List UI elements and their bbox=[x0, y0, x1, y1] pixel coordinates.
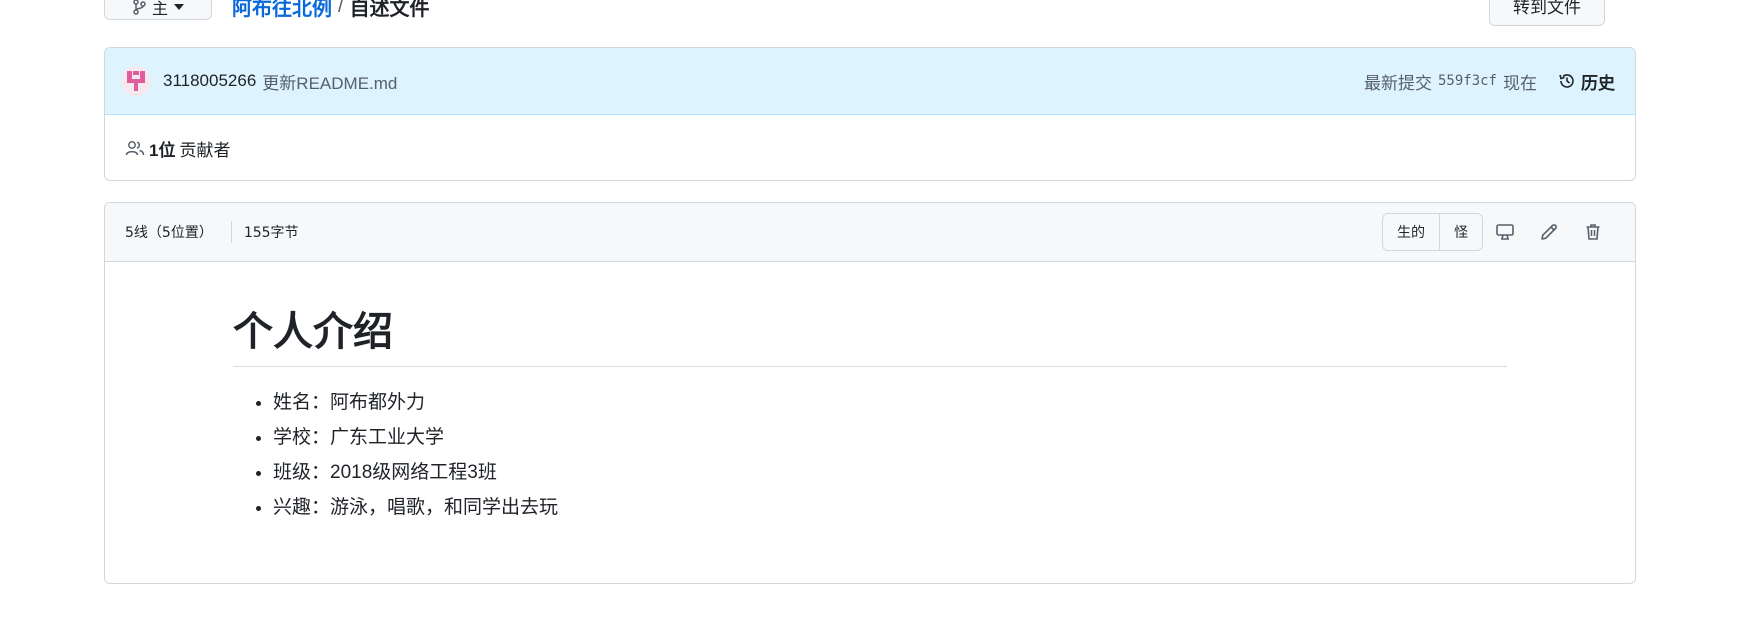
breadcrumb-repo-link[interactable]: 阿布往北例 bbox=[232, 0, 332, 21]
list-item: 姓名：阿布都外力 bbox=[273, 385, 1507, 420]
file-line-info: 5线（5位置） bbox=[125, 225, 213, 241]
open-desktop-button[interactable] bbox=[1483, 213, 1527, 251]
desktop-icon bbox=[1496, 224, 1514, 240]
breadcrumb-separator: / bbox=[338, 0, 344, 17]
readme-title: 个人介绍 bbox=[233, 308, 1507, 367]
delete-file-button[interactable] bbox=[1571, 213, 1615, 251]
file-viewer: 5线（5位置） 155字节 生的 怪 个人介绍 • 姓名：阿布都外力 • 学校：… bbox=[104, 202, 1636, 584]
history-button[interactable]: 历史 bbox=[1557, 69, 1615, 94]
readme-list: 姓名：阿布都外力 学校：广东工业大学 班级：2018级网络工程3班 兴趣：游泳，… bbox=[233, 385, 1507, 525]
list-item: 兴趣：游泳，唱歌，和同学出去玩 bbox=[273, 490, 1507, 525]
file-actions: 生的 怪 bbox=[1382, 213, 1615, 251]
branch-select-button[interactable]: 主 bbox=[104, 0, 212, 20]
trash-icon bbox=[1586, 224, 1600, 240]
file-size-info: 155字节 bbox=[243, 225, 299, 241]
caret-down-icon bbox=[174, 4, 184, 10]
history-icon bbox=[1559, 74, 1574, 88]
commit-time: 现在 bbox=[1503, 73, 1537, 93]
raw-blame-button-group: 生的 怪 bbox=[1382, 213, 1483, 251]
readme-content: 个人介绍 姓名：阿布都外力 学校：广东工业大学 班级：2018级网络工程3班 兴… bbox=[105, 262, 1635, 525]
branch-name: 主 bbox=[151, 1, 168, 18]
avatar[interactable] bbox=[121, 66, 151, 96]
list-item: 班级：2018级网络工程3班 bbox=[273, 455, 1507, 490]
file-info-divider bbox=[230, 221, 232, 243]
contributors-label: 贡献者 bbox=[179, 140, 231, 160]
identicon-icon bbox=[127, 71, 145, 91]
go-to-file-button[interactable]: 转到文件 bbox=[1489, 0, 1605, 26]
pencil-icon bbox=[1541, 224, 1557, 240]
commit-header: 3118005266 更新README.md 最新提交 559f3cf 现在 历… bbox=[105, 48, 1635, 115]
contributors-row[interactable]: 1位 贡献者 bbox=[105, 115, 1635, 180]
breadcrumb-file-name: 自述文件 bbox=[349, 0, 430, 20]
list-item: 学校：广东工业大学 bbox=[273, 420, 1507, 455]
people-icon bbox=[125, 141, 145, 156]
history-label: 历史 bbox=[1581, 73, 1615, 93]
latest-commit-box: 3118005266 更新README.md 最新提交 559f3cf 现在 历… bbox=[104, 47, 1636, 181]
commit-message[interactable]: 更新README.md bbox=[262, 69, 397, 94]
contributors-count: 1位 bbox=[149, 140, 176, 160]
commit-author[interactable]: 3118005266 bbox=[163, 71, 256, 91]
commit-meta: 最新提交 559f3cf 现在 历史 bbox=[1364, 69, 1615, 94]
file-header: 5线（5位置） 155字节 生的 怪 bbox=[105, 203, 1635, 262]
blame-button[interactable]: 怪 bbox=[1439, 214, 1482, 250]
edit-file-button[interactable] bbox=[1527, 213, 1571, 251]
breadcrumb: 阿布往北例 / 自述文件 bbox=[232, 0, 430, 21]
git-branch-icon bbox=[133, 0, 146, 15]
commit-sha-link[interactable]: 559f3cf bbox=[1438, 73, 1497, 89]
file-navigation-bar: 主 阿布往北例 / 自述文件 转到文件 bbox=[0, 0, 1755, 30]
raw-button[interactable]: 生的 bbox=[1383, 214, 1439, 250]
latest-commit-label: 最新提交 bbox=[1363, 73, 1432, 93]
